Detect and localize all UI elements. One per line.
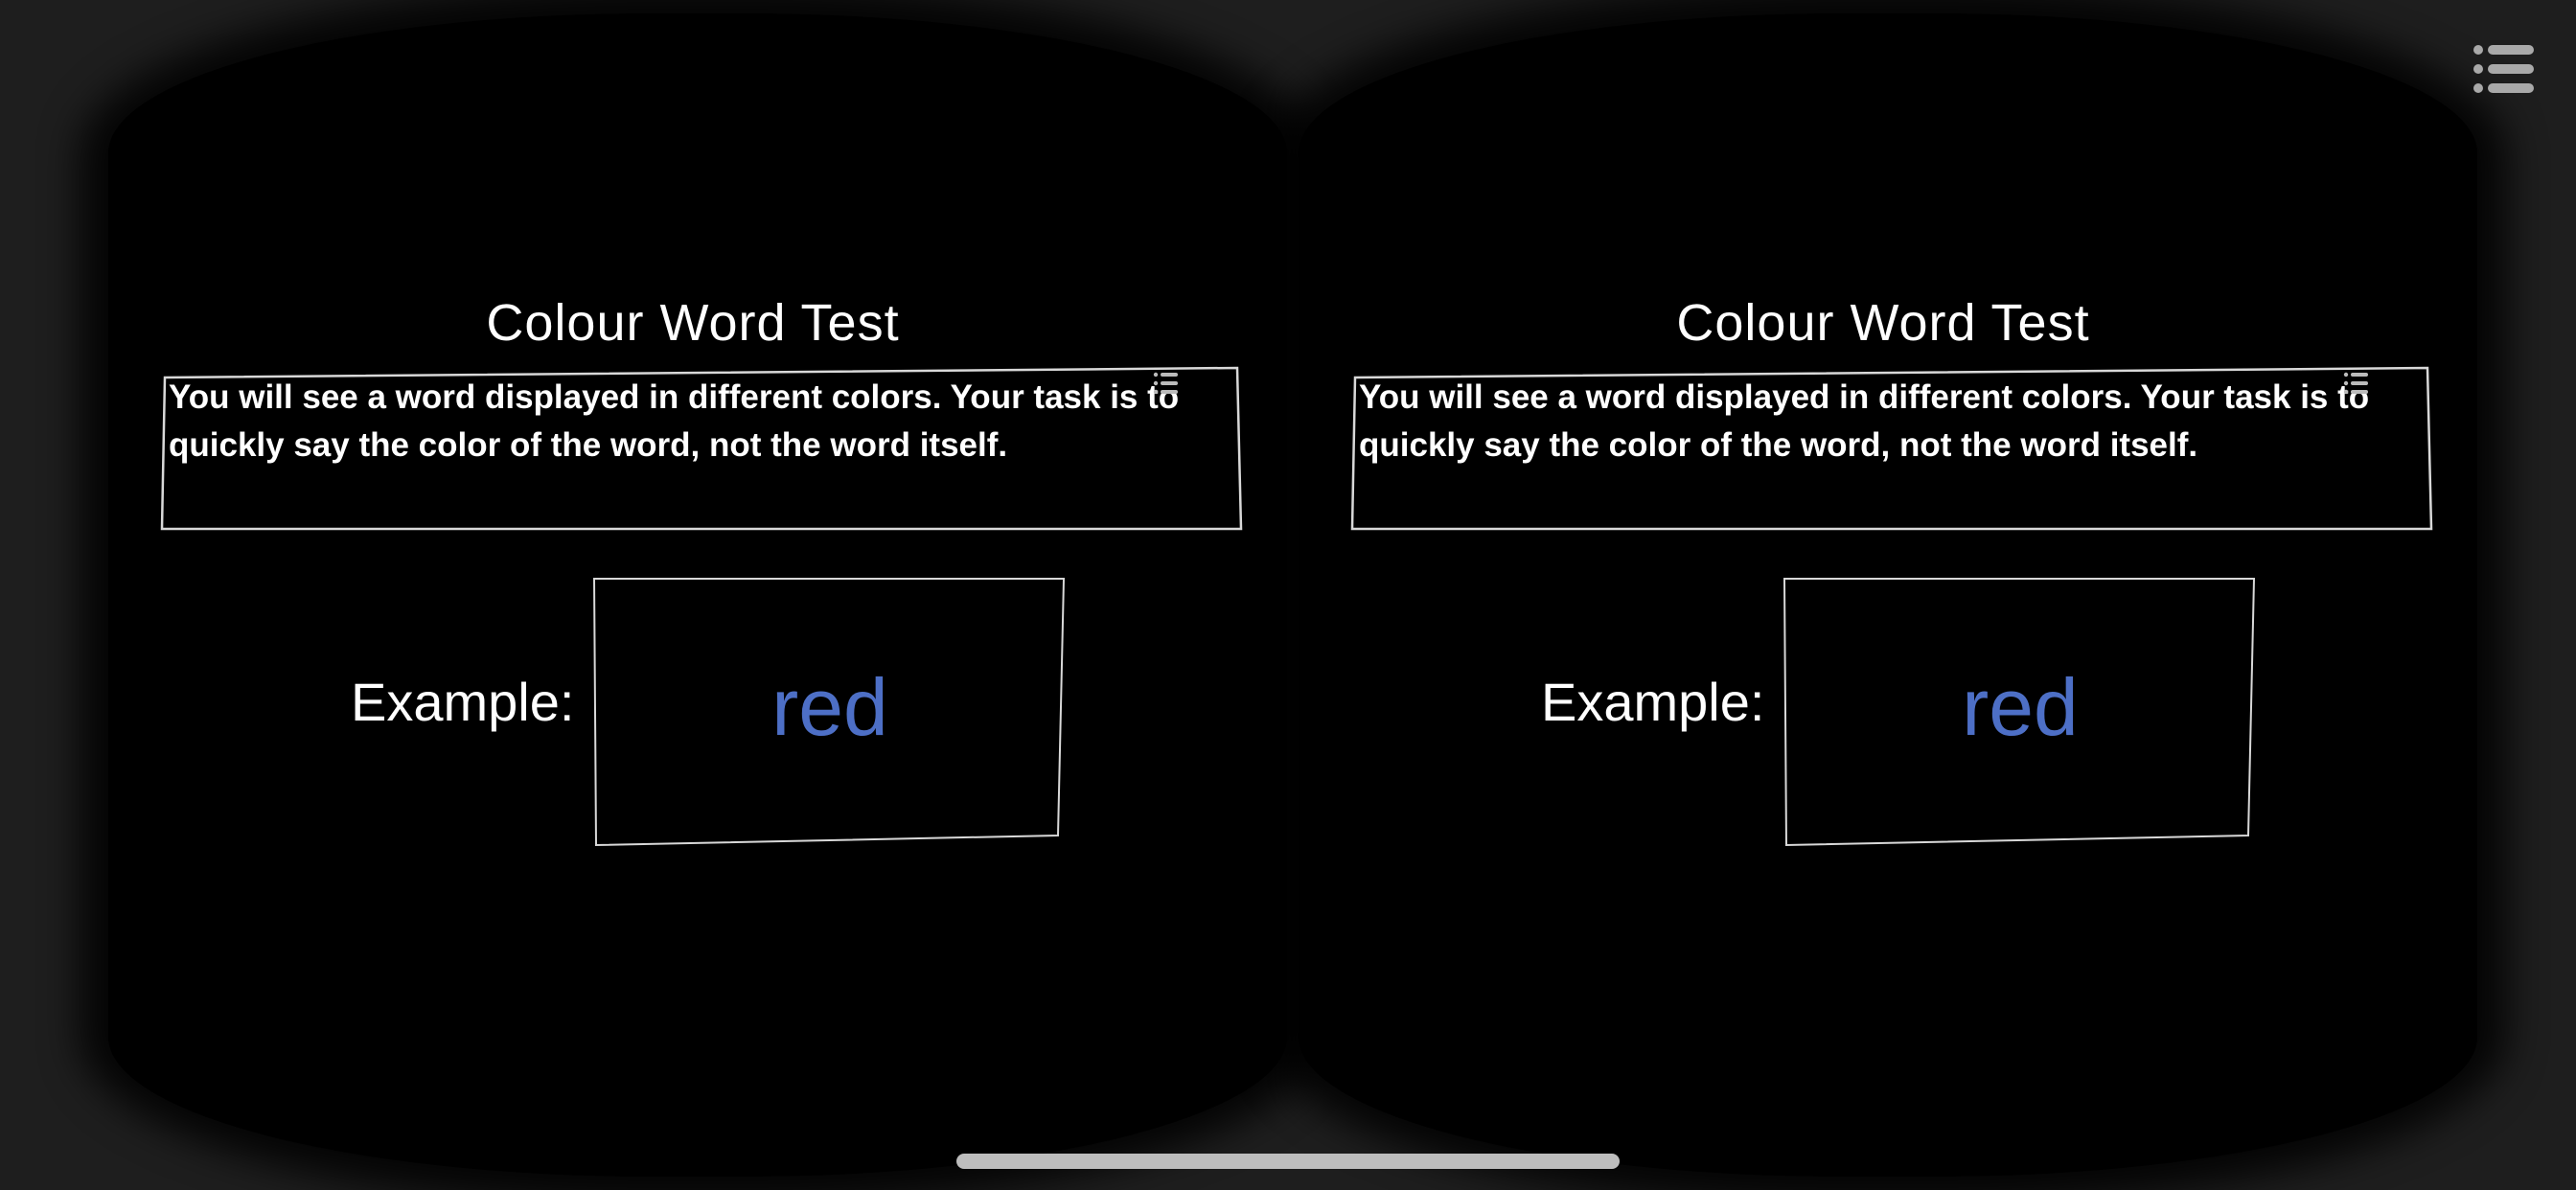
list-icon [2343, 372, 2368, 395]
example-word: red [1962, 662, 2079, 752]
example-label: Example: [1541, 672, 1765, 732]
menu-list-icon[interactable] [2472, 42, 2536, 96]
right-eye-view: Colour Word Test You will see a word dis… [1190, 0, 2478, 1190]
list-icon [1153, 372, 1178, 395]
example-label: Example: [351, 672, 575, 732]
instruction-text: You will see a word displayed in differe… [1359, 378, 2370, 464]
left-eye-view: Colour Word Test You will see a word dis… [0, 0, 1288, 1190]
vr-stage: Colour Word Test You will see a word dis… [0, 0, 2576, 1190]
test-title: Colour Word Test [486, 294, 900, 352]
home-indicator[interactable] [956, 1154, 1620, 1169]
instruction-text: You will see a word displayed in differe… [169, 378, 1180, 464]
example-word: red [771, 662, 888, 752]
test-title: Colour Word Test [1676, 294, 2090, 352]
